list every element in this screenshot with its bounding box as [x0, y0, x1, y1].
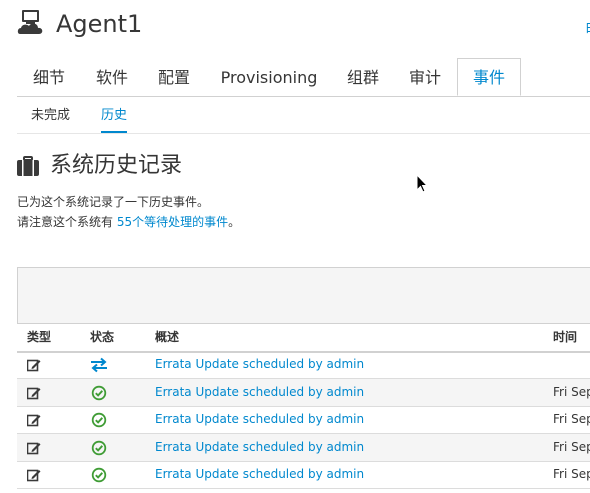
table-row: Errata Update scheduled by admin Fri Sep	[17, 406, 590, 434]
edit-icon	[27, 414, 41, 427]
check-circle-icon	[91, 467, 107, 483]
event-time: Fri Sep	[553, 467, 590, 481]
table-header: 类型 状态 概述 时间	[17, 323, 590, 353]
check-circle-icon	[91, 440, 107, 455]
check-circle-icon	[91, 385, 107, 400]
pending-events-link[interactable]: 55个等待处理的事件	[117, 215, 228, 229]
pending-notice-suffix: 。	[228, 215, 241, 229]
sub-tabs: 未完成 历史	[17, 97, 590, 134]
pending-notice: 请注意这个系统有 55个等待处理的事件。	[17, 214, 240, 230]
server-cloud-icon	[17, 10, 43, 34]
table-row: Errata Update scheduled by admin	[17, 351, 590, 379]
event-summary-link[interactable]: Errata Update scheduled by admin	[155, 461, 364, 488]
column-header-type[interactable]: 类型	[27, 324, 51, 350]
system-title: Agent1	[56, 10, 143, 38]
event-summary-link[interactable]: Errata Update scheduled by admin	[155, 434, 364, 461]
tab-details[interactable]: 细节	[17, 58, 81, 96]
table-row: Errata Update scheduled by admin Fri Sep	[17, 378, 590, 407]
history-description: 已为这个系统记录了一下历史事件。	[17, 195, 210, 209]
main-tabs: 细节 软件 配置 Provisioning 组群 审计 事件	[17, 58, 590, 97]
mouse-cursor-icon	[416, 174, 429, 193]
check-circle-icon	[91, 412, 107, 428]
edit-icon	[27, 442, 41, 454]
column-header-status[interactable]: 状态	[90, 324, 114, 350]
edit-icon	[27, 469, 41, 482]
event-time: Fri Sep	[553, 412, 590, 426]
event-summary-link[interactable]: Errata Update scheduled by admin	[155, 406, 364, 433]
column-header-summary[interactable]: 概述	[155, 324, 179, 350]
table-row: Errata Update scheduled by admin Fri Sep	[17, 433, 590, 462]
transfer-icon	[91, 357, 107, 373]
tab-provisioning[interactable]: Provisioning	[205, 58, 333, 96]
subtab-pending[interactable]: 未完成	[31, 97, 70, 133]
briefcase-icon	[17, 156, 39, 176]
tab-groups[interactable]: 组群	[333, 58, 393, 96]
pending-notice-prefix: 请注意这个系统有	[17, 215, 117, 229]
tab-events[interactable]: 事件	[457, 58, 521, 96]
subtab-history[interactable]: 历史	[101, 97, 128, 133]
tab-configuration[interactable]: 配置	[143, 58, 205, 96]
event-time: Fri Sep	[553, 384, 590, 399]
event-summary-link[interactable]: Errata Update scheduled by admin	[155, 351, 364, 378]
corner-link[interactable]: 白	[585, 17, 590, 36]
event-time: Fri Sep	[553, 439, 590, 454]
edit-icon	[27, 359, 41, 372]
table-row: Errata Update scheduled by admin Fri Sep	[17, 461, 590, 489]
edit-icon	[27, 387, 41, 399]
tab-software[interactable]: 软件	[81, 58, 143, 96]
event-summary-link[interactable]: Errata Update scheduled by admin	[155, 379, 364, 406]
page-heading: 系统历史记录	[50, 153, 183, 178]
column-header-time[interactable]: 时间	[553, 324, 577, 350]
tab-audit[interactable]: 审计	[393, 58, 457, 96]
table-toolbar-panel	[17, 267, 590, 324]
